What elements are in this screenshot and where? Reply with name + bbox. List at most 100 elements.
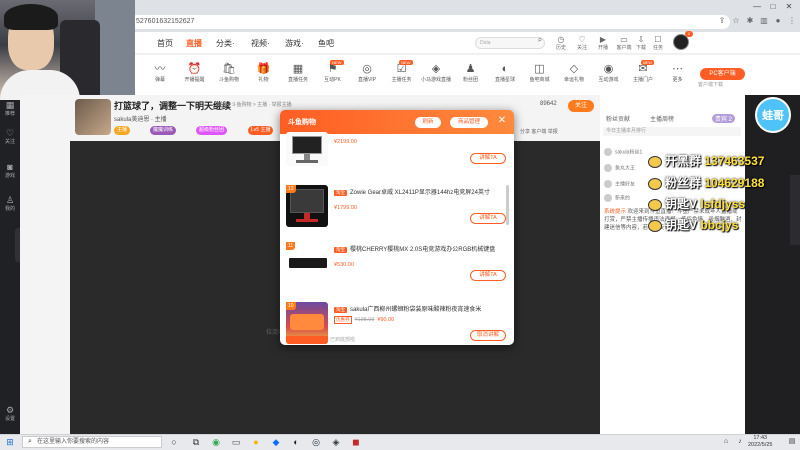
extension-icon[interactable]: ✱ bbox=[744, 15, 756, 27]
feature-item[interactable]: ♟ 粉丝团 bbox=[454, 63, 488, 83]
sidebar-item-game[interactable]: ◙ 游戏 bbox=[0, 162, 20, 180]
pc-client-button[interactable]: PC客户端 bbox=[700, 68, 745, 80]
tag-0[interactable]: 主播 bbox=[114, 126, 131, 135]
feature-item[interactable]: ◫ 鱼吧商城 bbox=[523, 63, 557, 83]
explain-button[interactable]: 讲解TA bbox=[470, 153, 506, 164]
tab-fan-contribution[interactable]: 粉丝贡献 bbox=[606, 114, 630, 123]
feature-item[interactable]: ⏰ 开播提醒 bbox=[178, 63, 212, 83]
feature-item[interactable]: ⚑ 互动PK NEW bbox=[316, 60, 350, 83]
chrome-icon[interactable]: ◉ bbox=[210, 436, 222, 448]
history-icon[interactable]: ◷ 历史 bbox=[551, 35, 571, 51]
nav-category[interactable]: 分类· bbox=[216, 38, 235, 49]
tab-weekly-rank[interactable]: 主播周榜 bbox=[650, 114, 674, 123]
close-window-button[interactable]: ✕ bbox=[782, 2, 796, 12]
explain-button[interactable]: 讲解TA bbox=[470, 213, 506, 224]
feature-item[interactable]: ◇ 幸运礼物 bbox=[557, 63, 591, 83]
feature-item[interactable]: 🎁 礼物 bbox=[247, 63, 281, 83]
taskbar-search-input[interactable]: 在这里输入你要搜索的内容 bbox=[22, 436, 162, 448]
feature-item[interactable]: ◈ 小马游戏直播 bbox=[419, 63, 453, 83]
search-icon[interactable]: ⌕ bbox=[530, 35, 550, 44]
taskbar-clock[interactable]: 17:43 2022/5/25 bbox=[748, 435, 772, 449]
feature-item[interactable]: ◎ 直播VIP bbox=[350, 63, 384, 83]
streamer-avatar[interactable] bbox=[75, 99, 111, 135]
cancel-explain-button[interactable]: 取消讲解 bbox=[470, 330, 506, 341]
feature-label: 小马游戏直播 bbox=[420, 77, 451, 83]
feature-item[interactable]: ✉ 主播门户 NEW bbox=[626, 60, 660, 83]
banner-text: 蛙哥 bbox=[762, 108, 784, 122]
follow-icon[interactable]: ♡ 关注 bbox=[572, 35, 592, 51]
sidebar-item-recommend[interactable]: ▦ 推荐 bbox=[0, 100, 20, 118]
product-price: ¥530.00 bbox=[334, 262, 354, 268]
minimize-button[interactable]: — bbox=[750, 2, 764, 12]
streamer-name[interactable]: sakula美迪恩 · 主播 bbox=[114, 114, 167, 123]
broadcast-icon[interactable]: ▶ 开播 bbox=[593, 35, 613, 51]
share-icon[interactable]: ⇪ bbox=[716, 15, 728, 27]
windows-start-icon[interactable]: ⊞ bbox=[4, 436, 16, 448]
feature-item[interactable]: ⋯ 更多 bbox=[661, 63, 695, 83]
overlay-line-0: 开黑群 137463537 bbox=[648, 152, 764, 169]
feature-item[interactable]: ☑ 主播任务 NEW bbox=[385, 60, 419, 83]
tag-3[interactable]: Lv5 主播 bbox=[248, 126, 274, 135]
feature-icon: ◈ bbox=[431, 63, 441, 75]
feature-label: 主播门户 bbox=[632, 77, 653, 83]
cortana-icon[interactable]: ○ bbox=[168, 436, 180, 448]
product-name[interactable]: 淘宝 Zowie Gear卓威 XL2411P显示器144hz电竞屏24英寸 bbox=[334, 187, 504, 196]
manage-products-button[interactable]: 商品管理 bbox=[450, 117, 488, 128]
feature-item[interactable]: 🛍 斗鱼购物 bbox=[212, 63, 246, 83]
avatar bbox=[604, 194, 612, 202]
modal-scrollbar[interactable] bbox=[506, 185, 509, 225]
network-icon[interactable]: ⌂ bbox=[720, 436, 732, 448]
nav-video[interactable]: 视频· bbox=[251, 38, 270, 49]
sidebar-item-follow[interactable]: ♡ 关注 bbox=[0, 128, 20, 146]
sidebar-item-mine[interactable]: ♙ 我的 bbox=[0, 195, 20, 213]
feature-item[interactable]: ▦ 直播任务 bbox=[281, 63, 315, 83]
volume-icon[interactable]: ♪ bbox=[734, 436, 746, 448]
game-icon[interactable]: ◈ bbox=[330, 436, 342, 448]
tag-2[interactable]: 超级粉丝团 bbox=[196, 126, 228, 135]
media-icon[interactable]: ◐ bbox=[290, 436, 302, 448]
tag-1[interactable]: 魔魔训练 bbox=[150, 126, 177, 135]
follow-button[interactable]: 关注 bbox=[568, 100, 594, 112]
feature-label: 斗鱼购物 bbox=[218, 77, 239, 83]
qq-icon[interactable]: ● bbox=[250, 436, 262, 448]
key-icon bbox=[648, 198, 662, 211]
menu-icon[interactable]: ⋮ bbox=[786, 15, 798, 27]
task-view-icon[interactable]: ⧉ bbox=[190, 436, 202, 448]
feature-item[interactable]: ◉ 互动游戏 bbox=[592, 63, 626, 83]
modal-title: 斗鱼购物 bbox=[288, 119, 316, 126]
product-item: ¥2199.00 讲解TA bbox=[286, 130, 506, 186]
nav-fishbar[interactable]: 鱼吧 bbox=[318, 38, 334, 49]
refresh-button[interactable]: 刷新 bbox=[415, 117, 441, 128]
nav-live[interactable]: 直播 bbox=[186, 38, 202, 49]
event-banner[interactable]: 蛙哥 bbox=[752, 95, 794, 135]
nav-home[interactable]: 首页 bbox=[157, 38, 173, 49]
feature-label: 主播任务 bbox=[391, 77, 412, 83]
product-name[interactable]: 淘宝 sakula广西柳州螺蛳粉袋装原味酸辣粉夜宵速食米 bbox=[334, 304, 504, 313]
star-icon[interactable]: ☆ bbox=[730, 15, 742, 27]
app-icon[interactable]: ◆ bbox=[270, 436, 282, 448]
close-icon[interactable]: ✕ bbox=[496, 115, 508, 127]
dota-icon[interactable]: ◼ bbox=[350, 436, 362, 448]
product-name[interactable]: 淘宝 樱桃CHERRY樱桃MX 2.0S电竞游戏办公RGB机械键盘 bbox=[334, 244, 504, 253]
address-bar[interactable]: 527601632152627 bbox=[130, 15, 730, 29]
feature-item[interactable]: ◐ 直播星球 bbox=[488, 63, 522, 83]
notification-icon[interactable]: ▤ bbox=[786, 436, 798, 448]
maximize-button[interactable]: □ bbox=[766, 2, 780, 12]
feature-label: 直播VIP bbox=[357, 77, 377, 83]
feature-label: 直播星球 bbox=[494, 77, 515, 83]
profile-icon[interactable]: ● bbox=[772, 15, 784, 27]
task-icon[interactable]: ☐ 任务 bbox=[648, 35, 668, 51]
feature-item[interactable]: 〰弹幕 bbox=[143, 63, 177, 83]
penguin-icon bbox=[648, 155, 662, 168]
avatar bbox=[604, 180, 612, 188]
stream-meta[interactable]: 举报 · 斗鱼购物 > 主播 · 举报主播 bbox=[217, 101, 292, 108]
nav-game[interactable]: 游戏· bbox=[285, 38, 304, 49]
steam-icon[interactable]: ◎ bbox=[310, 436, 322, 448]
monitor-icon[interactable]: ▭ bbox=[230, 436, 242, 448]
tab-vip[interactable]: 贵宾 2 bbox=[712, 114, 736, 123]
explain-button[interactable]: 讲解TA bbox=[470, 270, 506, 281]
side-pill[interactable] bbox=[790, 175, 800, 245]
sidebar-item-settings[interactable]: ⚙ 设置 bbox=[0, 405, 20, 423]
sidebar-icon[interactable]: ▥ bbox=[758, 15, 770, 27]
share-row[interactable]: 分享 客户端 举报 bbox=[520, 128, 558, 135]
